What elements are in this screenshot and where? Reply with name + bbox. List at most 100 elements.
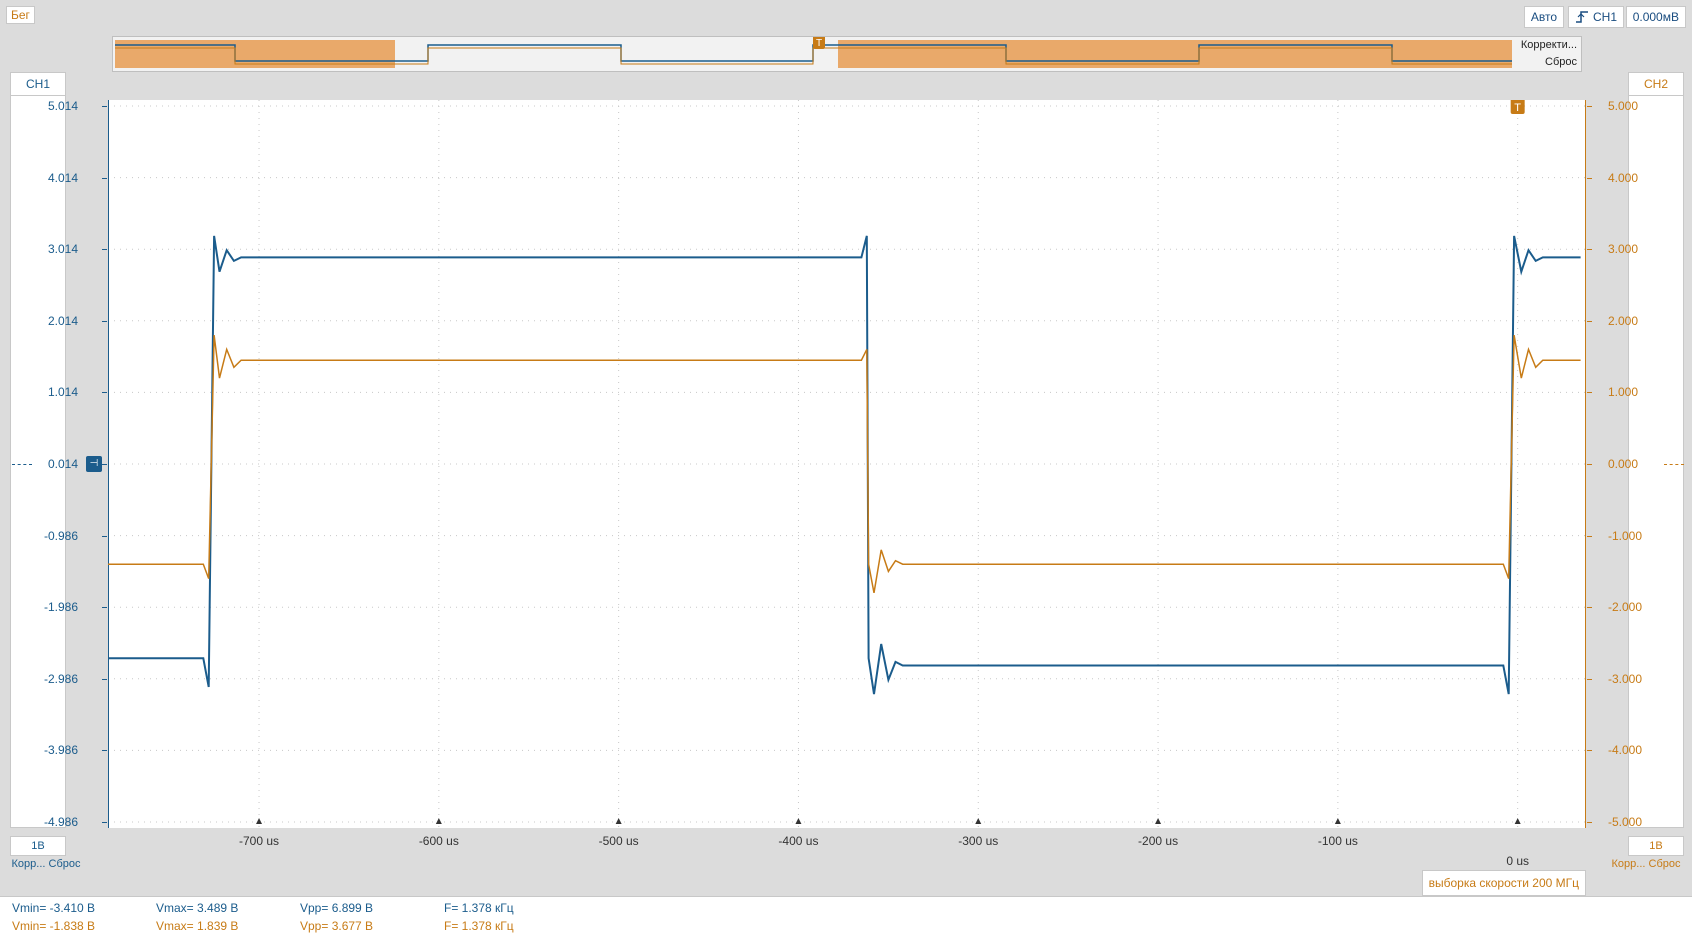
ch2-y-tick-mark (1587, 464, 1592, 465)
x-tick-label: -200 us (1138, 834, 1179, 848)
waveform-plot: T (108, 100, 1586, 828)
measurements-panel: Vmin= -3.410 В Vmax= 3.489 В Vpp= 6.899 … (0, 896, 1692, 941)
ch1-y-tick-mark (102, 750, 107, 752)
waveform-overview[interactable]: T Корректи... Сброс (112, 36, 1582, 72)
ch1-scale[interactable]: 1В (10, 836, 66, 856)
ch2-y-tick-mark (1587, 607, 1592, 609)
ch2-y-tick-label: 1.000 (1608, 385, 1639, 400)
ch1-y-tick-label: -1.986 (43, 600, 78, 615)
trigger-channel-button[interactable]: CH1 (1567, 6, 1624, 28)
ch1-zero-dash (12, 464, 32, 465)
x-tick-mark (1514, 818, 1521, 824)
ch1-y-tick-label: 3.014 (47, 242, 78, 257)
ch1-y-tick-label: -0.986 (43, 528, 78, 543)
ch2-y-tick-mark (1587, 177, 1592, 179)
ch1-y-tick-mark (102, 320, 107, 322)
x-tick-label: -100 us (1317, 834, 1358, 848)
ch2-y-tick-mark (1587, 750, 1592, 752)
ch1-vmin: Vmin= -3.410 В (12, 901, 96, 915)
ch2-y-tick-label: 3.000 (1608, 242, 1639, 257)
ch2-zero-dash (1664, 464, 1684, 465)
ch2-vmin: Vmin= -1.838 В (12, 919, 96, 933)
trigger-level-button[interactable]: 0.000мВ (1625, 6, 1686, 28)
overview-reset-button[interactable]: Сброс (1545, 56, 1577, 68)
ch1-y-tick-mark (102, 678, 107, 680)
ch1-trace (108, 235, 1581, 695)
x-tick-mark (256, 818, 263, 824)
x-tick-label: -700 us (239, 834, 280, 848)
ch1-y-tick-label: 0.014 (47, 457, 78, 471)
ch2-freq: F= 1.378 кГц (444, 919, 514, 933)
overview-waveform: T (115, 37, 1512, 68)
ch2-y-tick-label: -2.000 (1608, 600, 1643, 615)
ch2-y-tick-label: 2.000 (1608, 313, 1639, 328)
ch2-y-tick-mark (1587, 678, 1592, 680)
ch2-y-tick-mark (1587, 106, 1592, 107)
ch1-vpp: Vpp= 6.899 В (300, 901, 374, 915)
x-tick-mark (1155, 818, 1162, 824)
ch2-axis-panel: CH2 (1628, 72, 1684, 828)
ch2-y-tick-label: 4.000 (1608, 170, 1639, 185)
ch1-y-tick-mark (102, 535, 107, 537)
ch2-y-tick-label: -4.000 (1608, 743, 1643, 758)
ch1-y-tick-label: 2.014 (47, 313, 78, 328)
ch1-y-tick-label: -3.986 (43, 743, 78, 758)
x-tick-label: -600 us (418, 834, 459, 848)
trigger-channel-label: CH1 (1592, 10, 1617, 24)
ch2-y-tick-mark (1587, 822, 1592, 823)
ch2-y-tick-mark (1587, 249, 1592, 251)
sample-rate-label: выборка скорости 200 МГц (1421, 870, 1586, 896)
ch1-measurements: Vmin= -3.410 В Vmax= 3.489 В Vpp= 6.899 … (12, 901, 588, 915)
ch1-y-tick-mark (102, 249, 107, 251)
rising-edge-icon (1575, 11, 1588, 23)
grid (108, 100, 1586, 828)
ch2-y-tick-mark (1587, 535, 1592, 537)
ch1-footer[interactable]: Корр... Сброс (4, 856, 88, 874)
trigger-time-marker[interactable]: T (1510, 100, 1525, 114)
ch2-trace (108, 334, 1581, 594)
ch2-vpp: Vpp= 3.677 В (300, 919, 374, 933)
ch1-header[interactable]: CH1 (11, 73, 65, 96)
ch2-y-tick-label: 0.000 (1608, 457, 1639, 471)
ch2-y-tick-label: -5.000 (1608, 815, 1643, 829)
svg-text:T: T (816, 38, 822, 49)
ch1-y-tick-label: -4.986 (43, 815, 78, 829)
ch1-y-tick-label: 4.014 (47, 170, 78, 185)
ch2-y-tick-label: -3.000 (1608, 671, 1643, 686)
ch1-y-tick-label: 5.014 (47, 99, 78, 113)
ch1-freq: F= 1.378 кГц (444, 901, 514, 915)
ch2-measurements: Vmin= -1.838 В Vmax= 1.839 В Vpp= 3.677 … (12, 919, 588, 933)
ch1-y-tick-mark (102, 464, 107, 465)
ch2-y-tick-mark (1587, 392, 1592, 394)
ch2-vmax: Vmax= 1.839 В (156, 919, 239, 933)
x-tick-mark (615, 818, 622, 824)
ch1-offset-marker[interactable]: ⊣ (86, 456, 102, 472)
x-tick-mark (1334, 818, 1341, 824)
x-tick-label: -300 us (958, 834, 999, 848)
oscilloscope-display[interactable]: T (108, 100, 1586, 828)
run-status[interactable]: Бег (6, 6, 35, 24)
ch2-footer[interactable]: Корр... Сброс (1604, 856, 1688, 874)
svg-text:T: T (1514, 102, 1521, 114)
x-tick-mark (975, 818, 982, 824)
ch2-scale[interactable]: 1В (1628, 836, 1684, 856)
x-tick-label: -500 us (598, 834, 639, 848)
ch1-y-tick-label: -2.986 (43, 671, 78, 686)
x-tick-mark (795, 818, 802, 824)
ch1-y-tick-mark (102, 177, 107, 179)
overview-trigger-marker[interactable]: T (813, 37, 825, 49)
ch1-y-tick-mark (102, 106, 107, 107)
trigger-mode-button[interactable]: Авто (1523, 6, 1564, 28)
ch1-y-tick-mark (102, 392, 107, 394)
ch1-vmax: Vmax= 3.489 В (156, 901, 239, 915)
ch1-y-tick-label: 1.014 (47, 385, 78, 400)
ch2-y-tick-label: -1.000 (1608, 528, 1643, 543)
overview-correction-button[interactable]: Корректи... (1521, 39, 1577, 51)
x-tick-mark (435, 818, 442, 824)
ch2-y-tick-mark (1587, 320, 1592, 322)
ch1-axis-panel: CH1 (10, 72, 66, 828)
ch2-header[interactable]: CH2 (1629, 73, 1683, 96)
x-tick-label: -400 us (778, 834, 819, 848)
ch1-y-tick-mark (102, 607, 107, 609)
ch2-y-tick-label: 5.000 (1608, 99, 1639, 113)
